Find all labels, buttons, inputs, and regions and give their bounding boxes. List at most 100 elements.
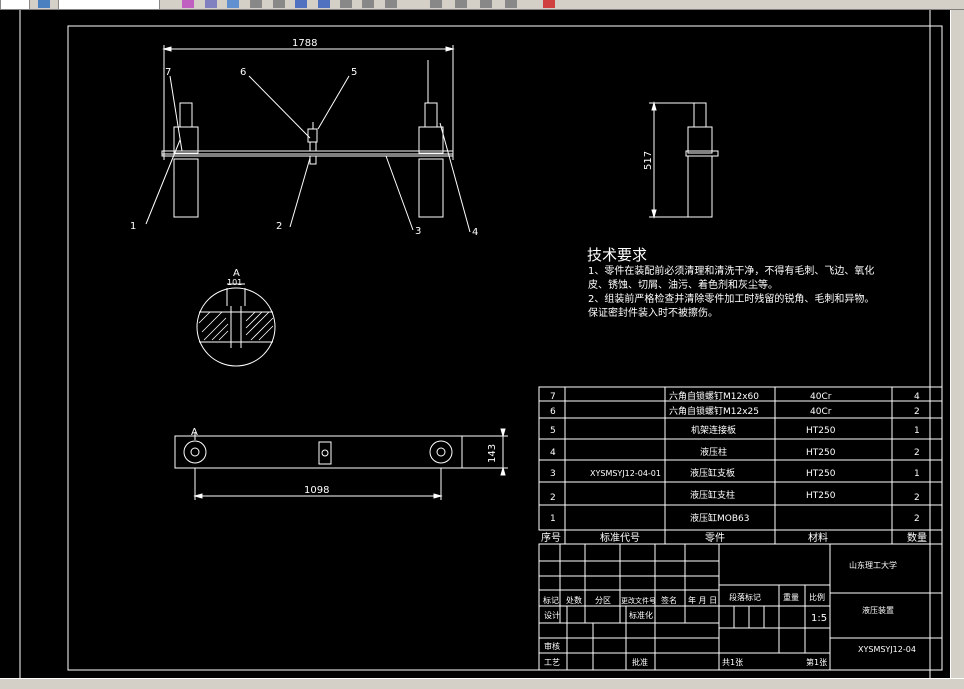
tb-col-count: 处数 [566,595,582,605]
toolbar-button-5[interactable] [205,0,217,8]
drawing-canvas[interactable]: 1788 7 6 5 1 2 3 4 517 技术要求 1、零件在装配前必须清理… [0,7,950,683]
bom-header-no: 序号 [541,531,561,544]
bom-row-name: 机架连接板 [691,424,736,436]
bom-row-name: 液压缸MOB63 [690,512,749,524]
horizontal-scrollbar[interactable] [0,678,964,689]
bom-row-qty: 1 [914,426,920,436]
toolbar-button-18[interactable] [543,0,555,8]
dim-top-width: 1788 [292,38,317,49]
tb-scale-label: 比例 [809,592,825,602]
bom-row-name: 液压缸支柱 [690,489,735,501]
tb-university: 山东理工大学 [849,560,897,570]
outer-frame [19,7,931,683]
balloon-3: 3 [415,226,421,237]
tb-sheet-no: 第1张 [806,657,827,667]
section-detail [196,283,276,367]
top-view [174,428,508,500]
tb-drawing-name: 液压装置 [862,605,894,615]
bom-rows: 7 六角自锁螺钉M12x60 40Cr 4 6 六角自锁螺钉M12x25 40C… [541,390,927,544]
tb-sheets-total: 共1张 [722,658,743,667]
toolbar-button-10[interactable] [318,0,330,8]
toolbar-button-4[interactable] [182,0,194,8]
dim-height: 517 [643,151,654,170]
balloon-6: 6 [240,67,246,78]
bom-row-code: XYSMSYJ12-04-01 [590,469,661,478]
toolbar-button-13[interactable] [385,0,397,8]
toolbar-button-9[interactable] [295,0,307,8]
bom-row-qty: 4 [914,392,920,402]
tech-title: 技术要求 [587,246,647,264]
tb-drawing-code: XYSMSYJ12-04 [858,645,916,654]
bom-row-qty: 2 [914,448,920,458]
balloon-2: 2 [276,221,282,232]
dim-bottom-width: 1098 [304,485,329,496]
balloon-7: 7 [165,67,171,78]
tb-col-date: 年 月 日 [688,595,717,605]
tech-line-3: 2、组装前严格检查并清除零件加工时残留的锐角、毛刺和异物。 [588,292,874,305]
bom-row-no: 2 [550,493,556,503]
toolbar-button-17[interactable] [505,0,517,8]
tb-review: 审核 [544,641,560,651]
tb-col-sign: 签名 [661,595,677,605]
bom-header-material: 材料 [808,531,828,544]
bom-row-name: 六角自锁螺钉M12x60 [669,390,759,402]
balloon-4: 4 [472,227,478,238]
tb-standardize: 标准化 [629,610,653,620]
bom-row-material: 40Cr [810,392,832,402]
bom-row-qty: 2 [914,407,920,417]
tb-design: 设计 [544,610,560,620]
bom-row-material: HT250 [806,448,836,458]
bom-row-material: 40Cr [810,407,832,417]
bom-row-no: 5 [550,426,556,436]
toolbar-button-3[interactable] [58,0,160,9]
toolbar-button-7[interactable] [250,0,262,8]
toolbar-button-6[interactable] [227,0,239,8]
toolbar-button-15[interactable] [455,0,467,8]
section-value: 101 [227,278,242,287]
bom-row-material: HT250 [806,491,836,501]
bom-row-name: 六角自锁螺钉M12x25 [669,405,759,417]
side-view [649,101,719,219]
tb-weight: 重量 [783,592,799,602]
tech-line-4: 保证密封件装入时不被擦伤。 [588,306,718,319]
tb-stage-mark: 段落标记 [729,592,761,602]
tb-process: 工艺 [544,658,560,667]
tb-scale: 1:5 [811,613,827,624]
bom-row-name: 液压缸支板 [690,467,735,479]
bom-row-no: 3 [550,469,556,479]
toolbar-button-1[interactable] [0,0,30,9]
bom-row-no: 4 [550,448,556,458]
toolbar-button-12[interactable] [362,0,374,8]
tb-approve: 批准 [632,657,648,667]
bom-row-material: HT250 [806,469,836,479]
toolbar-button-16[interactable] [480,0,492,8]
bom-row-no: 6 [550,407,556,417]
front-view: 1788 [145,38,471,233]
bom-header-code: 标准代号 [600,532,640,544]
toolbar-button-11[interactable] [340,0,352,8]
bom-row-qty: 2 [914,493,920,503]
bom-row-qty: 1 [914,469,920,479]
dim-bottom-height: 143 [487,444,498,463]
bom-row-material: HT250 [806,426,836,436]
bom-row-no: 1 [550,514,556,524]
toolbar [0,0,964,10]
vertical-scrollbar[interactable] [950,10,964,678]
tech-line-2: 皮、锈蚀、切屑、油污、着色剂和灰尘等。 [588,278,778,291]
tech-line-1: 1、零件在装配前必须清理和清洗干净，不得有毛刺、飞边、氧化 [588,264,874,277]
toolbar-button-14[interactable] [430,0,442,8]
view-label: A [191,427,198,438]
tb-col-mark: 标记 [543,595,559,605]
toolbar-button-8[interactable] [273,0,285,8]
bom-row-no: 7 [550,392,556,402]
bom-row-name: 液压柱 [700,446,727,458]
bom-header-qty: 数量 [907,531,927,544]
inner-frame [67,25,943,671]
tb-col-change: 更改文件号 [621,596,656,605]
balloon-1: 1 [130,221,136,232]
toolbar-button-2[interactable] [38,0,50,8]
tb-col-zone: 分区 [595,596,611,605]
bom-header-name: 零件 [705,532,725,544]
balloon-5: 5 [351,67,357,78]
bom-row-qty: 2 [914,514,920,524]
